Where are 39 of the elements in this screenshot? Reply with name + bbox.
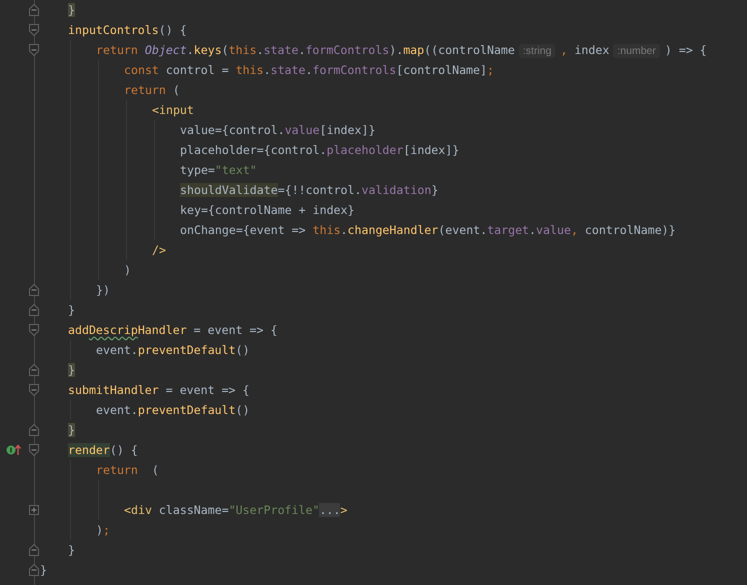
code-line: } [40,562,47,578]
fold-end-icon[interactable] [29,424,39,436]
code-line: value={control.value[index]} [180,122,376,138]
fold-start-icon[interactable] [29,444,39,456]
code-line: return ( [124,82,180,98]
code-line: const control = this.state.formControls[controlName]; [124,62,494,78]
code-line: <div className="UserProfile"...> [124,502,348,518]
code-line: inputControls() { [68,22,187,38]
code-line: render() { [68,442,138,458]
code-line: key={controlName + index} [180,202,355,218]
code-line: return ( [96,462,159,478]
fold-end-icon[interactable] [29,304,39,316]
implements-marker-icon[interactable] [6,444,22,456]
code-line: onChange={event => this.changeHandler(event.target.value, controlName)} [180,222,676,238]
code-line: } [68,542,75,558]
fold-end-icon[interactable] [29,364,39,376]
fold-start-icon[interactable] [29,24,39,36]
code-line: event.preventDefault() [96,402,250,418]
code-line: addDescripHandler = event => { [68,322,278,338]
expand-icon[interactable] [29,504,39,516]
fold-end-icon[interactable] [29,284,39,296]
code-line: /> [152,242,166,258]
fold-end-icon[interactable] [29,544,39,556]
fold-end-icon[interactable] [29,564,39,576]
fold-start-icon[interactable] [29,44,39,56]
fold-end-icon[interactable] [29,4,39,16]
code-line: return Object.keys(this.state.formControls).map((controlName :string , index :number ) => { [96,42,707,58]
fold-start-icon[interactable] [29,384,39,396]
code-line: placeholder={control.placeholder[index]} [180,142,460,158]
fold-start-icon[interactable] [29,324,39,336]
code-line: type="text" [180,162,257,178]
code-line: <input [152,102,194,118]
code-line: ); [96,522,110,538]
code-line: ) [124,262,131,278]
code-line: event.preventDefault() [96,342,250,358]
code-line: } [68,302,75,318]
code-line: shouldValidate={!!control.validation} [180,182,438,198]
code-line: submitHandler = event => { [68,382,250,398]
code-line: }) [96,282,110,298]
